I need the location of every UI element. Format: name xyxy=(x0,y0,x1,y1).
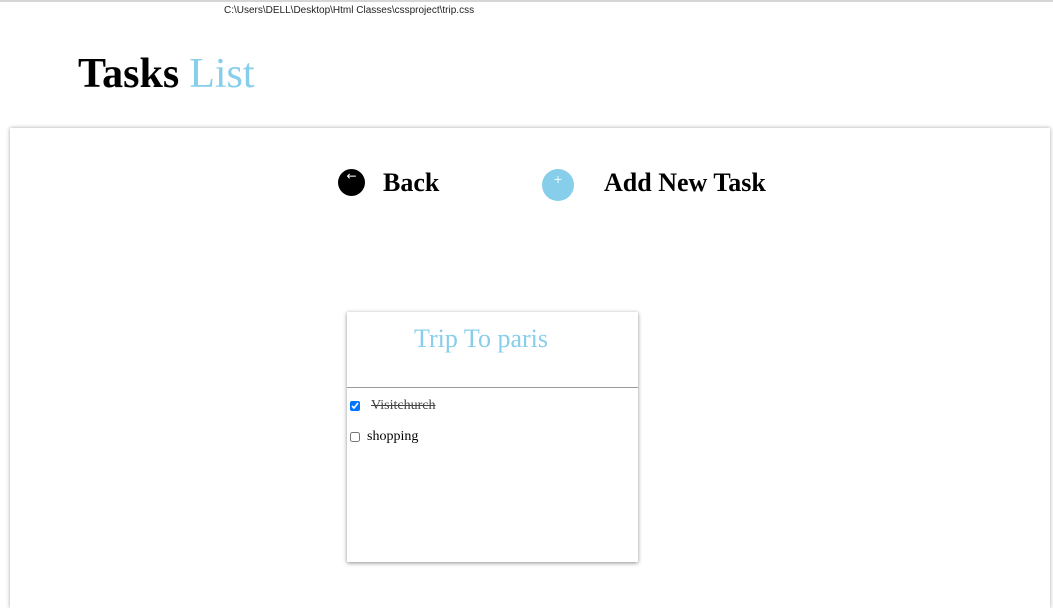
page-title-secondary: List xyxy=(189,51,255,97)
card-title: Trip To paris xyxy=(414,324,548,353)
task-item: Visitchurch xyxy=(350,398,435,414)
page-title-primary: Tasks xyxy=(78,51,180,97)
task-list-card: Trip To paris Visitchurch shopping xyxy=(347,312,638,562)
back-arrow-icon[interactable]: ← xyxy=(338,169,365,196)
task-label: shopping xyxy=(367,429,419,444)
top-border xyxy=(0,0,1053,2)
add-plus-icon[interactable]: + xyxy=(542,169,574,201)
task-checkbox[interactable] xyxy=(350,401,360,411)
main-panel: ← Back + Add New Task Trip To paris Visi… xyxy=(10,128,1050,608)
file-path-text: C:\Users\DELL\Desktop\Html Classes\csspr… xyxy=(224,5,475,16)
task-checkbox[interactable] xyxy=(350,432,360,442)
card-divider xyxy=(347,387,638,388)
page-title: Tasks List xyxy=(78,50,255,98)
add-new-task-button[interactable]: Add New Task xyxy=(604,166,766,200)
task-label: Visitchurch xyxy=(371,398,436,413)
back-button[interactable]: Back xyxy=(383,166,439,200)
task-item: shopping xyxy=(350,429,418,445)
